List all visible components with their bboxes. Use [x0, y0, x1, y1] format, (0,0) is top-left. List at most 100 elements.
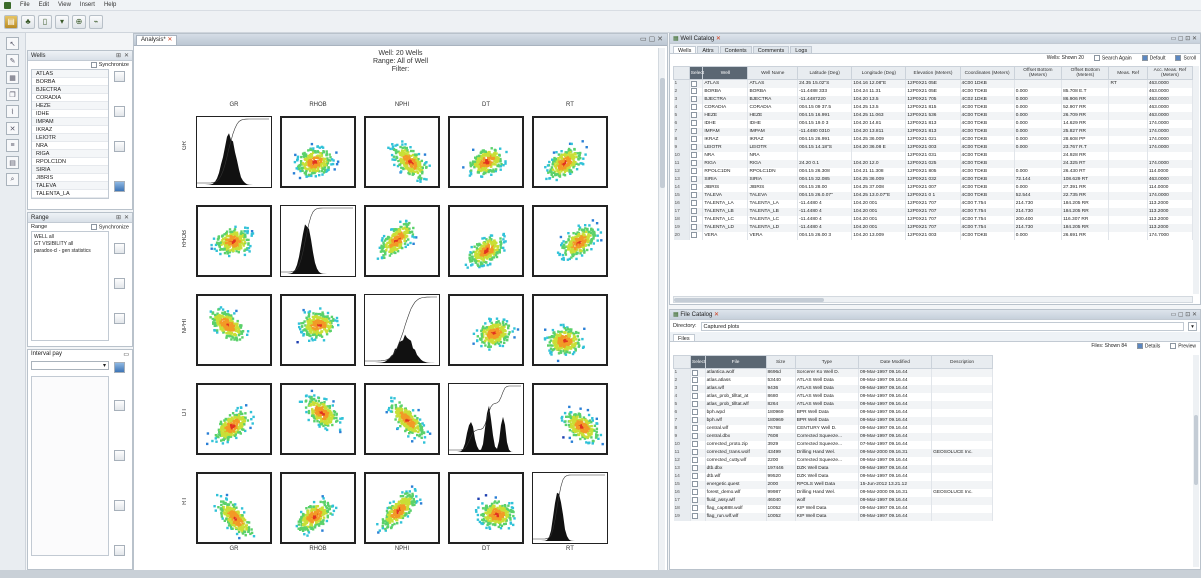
crossplot-cell[interactable] [196, 383, 272, 455]
density-point [222, 423, 226, 426]
density-point [591, 417, 594, 420]
list-tool-icon[interactable]: ≡ [6, 139, 19, 152]
range-item[interactable]: paradox-cl - gen statistics [34, 248, 106, 255]
interval-menu-icon[interactable]: ▭ [123, 351, 129, 359]
pin-icon[interactable]: ⊞ [116, 214, 121, 221]
density-point [488, 248, 491, 251]
crossplot-cell[interactable] [280, 383, 356, 455]
close-icon[interactable]: ✕ [124, 52, 129, 59]
zoom-icon[interactable]: ⊕ [72, 14, 86, 29]
crossplot-cell[interactable] [196, 205, 272, 277]
interval-tool-icon[interactable] [114, 500, 125, 511]
chart-icon[interactable]: ⌁ [89, 14, 103, 29]
density-point [244, 412, 247, 415]
density-point [511, 330, 514, 333]
crossplot-cell[interactable] [364, 116, 440, 188]
crossplot-cell[interactable] [448, 205, 524, 277]
density-point [507, 326, 510, 330]
menu-edit[interactable]: Edit [39, 2, 49, 8]
density-point [222, 505, 225, 509]
interval-add-icon[interactable] [114, 362, 125, 373]
interval-tool-icon[interactable] [114, 545, 125, 556]
histogram-cell[interactable] [448, 383, 524, 455]
crossplot-cell[interactable] [532, 294, 608, 366]
menu-insert[interactable]: Insert [80, 2, 95, 8]
arrow-tool-icon[interactable]: ↖ [6, 37, 19, 50]
histogram-cell[interactable] [364, 294, 440, 366]
crossplot-cell[interactable] [448, 116, 524, 188]
sync-checkbox[interactable] [90, 62, 97, 68]
range-item[interactable]: WELL all [34, 234, 106, 241]
remove-range-icon[interactable] [114, 313, 125, 324]
crossplot-cell[interactable] [364, 472, 440, 544]
crossplot-cell[interactable] [196, 472, 272, 544]
density-point [590, 228, 593, 231]
graph-tool-icon[interactable]: ⌇ [6, 105, 19, 118]
pin-icon[interactable]: ⊞ [116, 52, 121, 59]
density-point [488, 348, 491, 351]
density-point [580, 426, 584, 429]
density-point [569, 240, 573, 243]
menu-help[interactable]: Help [104, 2, 116, 8]
density-point [228, 414, 232, 417]
well-list-item[interactable]: TALENTA_LA [32, 190, 108, 198]
add-range-icon[interactable] [114, 243, 125, 254]
density-point [516, 328, 520, 331]
menu-file[interactable]: File [20, 2, 30, 8]
density-point [580, 254, 584, 257]
copy-tool-icon[interactable]: ❐ [6, 88, 19, 101]
density-point [238, 517, 241, 520]
density-point [316, 515, 319, 518]
magnifier-tool-icon[interactable]: ⌕ [6, 173, 19, 186]
cross-tool-icon[interactable]: ✕ [6, 122, 19, 135]
range-item[interactable]: GT VISIBILITY all [34, 241, 106, 248]
pen-tool-icon[interactable]: ✎ [6, 54, 19, 67]
density-point [399, 516, 403, 519]
crossplot-cell[interactable] [280, 116, 356, 188]
close-icon[interactable]: ✕ [124, 214, 129, 221]
crossplot-cell[interactable] [532, 205, 608, 277]
density-point [577, 163, 580, 166]
histogram-cell[interactable] [196, 116, 272, 188]
interval-tool-icon[interactable] [114, 400, 125, 411]
map-view-icon[interactable] [114, 181, 125, 192]
crossplot-cell[interactable] [280, 472, 356, 544]
edit-range-icon[interactable] [114, 278, 125, 289]
histogram-cell[interactable] [280, 205, 356, 277]
crossplot-cell[interactable] [364, 383, 440, 455]
density-point [472, 342, 475, 345]
density-point [492, 341, 495, 345]
density-point [320, 164, 323, 167]
density-point [479, 338, 482, 341]
window-controls[interactable]: ▭ ▢ ✕ [640, 35, 663, 43]
crossplot-cell[interactable] [280, 294, 356, 366]
dropdown-icon[interactable]: ▾ [55, 14, 69, 29]
grid-tool-icon[interactable]: ▤ [6, 156, 19, 169]
add-well-icon[interactable] [114, 71, 125, 82]
density-point [234, 231, 237, 234]
close-tab-icon[interactable]: ✕ [167, 37, 172, 43]
crossplot-cell[interactable] [364, 205, 440, 277]
new-document-icon[interactable]: ▯ [38, 14, 52, 29]
interval-tool-icon[interactable] [114, 450, 125, 461]
density-point [318, 413, 321, 417]
density-point [385, 249, 388, 252]
tree-icon[interactable]: ♣ [21, 14, 35, 29]
edit-well-icon[interactable] [114, 141, 125, 152]
table-tool-icon[interactable]: ▦ [6, 71, 19, 84]
density-point [296, 159, 299, 162]
open-folder-icon[interactable]: ▤ [4, 14, 18, 29]
crossplot-cell[interactable] [532, 116, 608, 188]
crossplot-cell[interactable] [448, 294, 524, 366]
crossplot-cell[interactable] [532, 383, 608, 455]
sync-checkbox[interactable] [90, 224, 97, 230]
interval-select[interactable]: ▾ [31, 361, 109, 370]
density-point [325, 153, 328, 157]
analysis-tab[interactable]: Analysis* ✕ [136, 35, 178, 45]
crossplot-cell[interactable] [196, 294, 272, 366]
density-point [411, 492, 414, 496]
density-point [566, 258, 570, 261]
density-point [246, 333, 249, 336]
menu-view[interactable]: View [58, 2, 71, 8]
remove-well-icon[interactable] [114, 106, 125, 117]
